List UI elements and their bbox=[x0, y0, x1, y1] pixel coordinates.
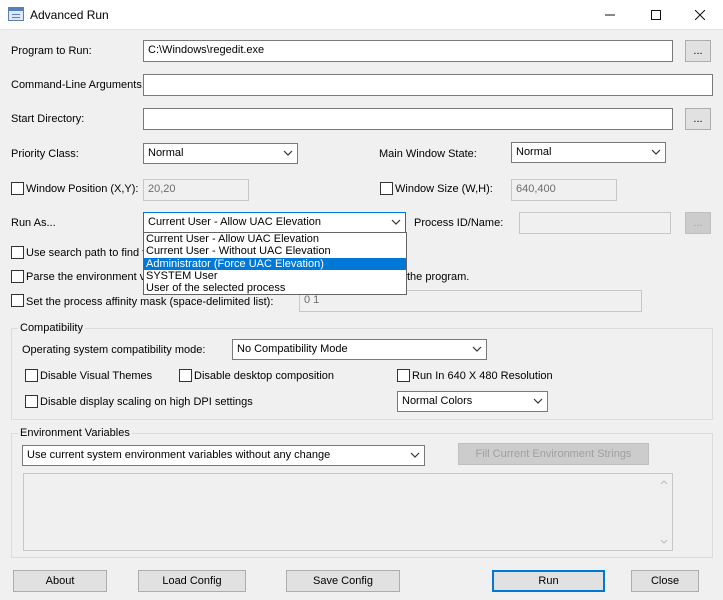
winsize-label: Window Size (W,H): bbox=[395, 183, 493, 195]
close-icon bbox=[694, 9, 706, 21]
winstate-value: Normal bbox=[516, 146, 552, 158]
runas-option[interactable]: Current User - Without UAC Elevation bbox=[144, 245, 406, 257]
close-window-button[interactable] bbox=[677, 0, 723, 30]
os-compat-dropdown[interactable]: No Compatibility Mode bbox=[232, 339, 487, 360]
minimize-button[interactable] bbox=[587, 0, 633, 30]
winstate-label: Main Window State: bbox=[379, 148, 477, 160]
disable-themes-label: Disable Visual Themes bbox=[40, 370, 153, 382]
environment-title: Environment Variables bbox=[18, 427, 132, 439]
close-button[interactable]: Close bbox=[631, 570, 699, 592]
winpos-checkbox[interactable] bbox=[11, 182, 24, 195]
runas-option[interactable]: SYSTEM User bbox=[144, 270, 406, 282]
chevron-down-icon bbox=[391, 219, 401, 225]
winpos-input[interactable]: 20,20 bbox=[143, 179, 249, 201]
about-button[interactable]: About bbox=[13, 570, 107, 592]
priority-label: Priority Class: bbox=[11, 148, 79, 160]
load-config-button[interactable]: Load Config bbox=[138, 570, 246, 592]
startdir-label: Start Directory: bbox=[11, 113, 85, 125]
runas-options-list[interactable]: Current User - Allow UAC Elevation Curre… bbox=[143, 232, 407, 295]
fill-env-button[interactable]: Fill Current Environment Strings bbox=[458, 443, 649, 465]
search-path-label: Use search path to find th bbox=[26, 247, 152, 259]
compatibility-title: Compatibility bbox=[18, 322, 85, 334]
disable-dpi-checkbox[interactable] bbox=[25, 395, 38, 408]
program-label: Program to Run: bbox=[11, 45, 92, 57]
winpos-label: Window Position (X,Y): bbox=[26, 183, 139, 195]
runas-dropdown[interactable]: Current User - Allow UAC Elevation bbox=[143, 212, 406, 233]
title-bar: Advanced Run bbox=[0, 0, 723, 30]
chevron-down-icon bbox=[472, 346, 482, 352]
run-button[interactable]: Run bbox=[492, 570, 605, 592]
priority-dropdown[interactable]: Normal bbox=[143, 143, 298, 164]
parse-env-label: Parse the environment va bbox=[26, 271, 152, 283]
search-path-checkbox[interactable] bbox=[11, 246, 24, 259]
maximize-button[interactable] bbox=[633, 0, 679, 30]
app-window-icon bbox=[8, 7, 24, 21]
colors-dropdown[interactable]: Normal Colors bbox=[397, 391, 548, 412]
parse-env-label-tail: the program. bbox=[407, 271, 470, 283]
env-textarea[interactable] bbox=[23, 473, 673, 551]
pid-label: Process ID/Name: bbox=[414, 217, 504, 229]
runas-option[interactable]: Current User - Allow UAC Elevation bbox=[144, 233, 406, 245]
disable-dpi-label: Disable display scaling on high DPI sett… bbox=[40, 396, 253, 408]
startdir-browse-button[interactable]: ... bbox=[685, 108, 711, 130]
window-title: Advanced Run bbox=[30, 8, 109, 22]
chevron-down-icon bbox=[410, 452, 420, 458]
pid-browse-button[interactable]: ... bbox=[685, 212, 711, 234]
disable-themes-checkbox[interactable] bbox=[25, 369, 38, 382]
run-640-checkbox[interactable] bbox=[397, 369, 410, 382]
args-label: Command-Line Arguments: bbox=[11, 79, 145, 91]
pid-input[interactable] bbox=[519, 212, 671, 234]
chevron-down-icon bbox=[283, 150, 293, 156]
runas-value: Current User - Allow UAC Elevation bbox=[148, 216, 322, 228]
winstate-dropdown[interactable]: Normal bbox=[511, 142, 666, 163]
priority-value: Normal bbox=[148, 147, 184, 159]
chevron-down-icon bbox=[651, 149, 661, 155]
runas-option-highlighted[interactable]: Administrator (Force UAC Elevation) bbox=[144, 257, 406, 270]
chevron-down-icon bbox=[533, 398, 543, 404]
parse-env-checkbox[interactable] bbox=[11, 270, 24, 283]
run-640-label: Run In 640 X 480 Resolution bbox=[412, 370, 553, 382]
program-input[interactable]: C:\Windows\regedit.exe bbox=[143, 40, 673, 62]
runas-option[interactable]: User of the selected process bbox=[144, 282, 406, 294]
startdir-input[interactable] bbox=[143, 108, 673, 130]
os-compat-label: Operating system compatibility mode: bbox=[22, 344, 206, 356]
colors-value: Normal Colors bbox=[402, 395, 473, 407]
affinity-label: Set the process affinity mask (space-del… bbox=[26, 296, 274, 308]
winsize-checkbox[interactable] bbox=[380, 182, 393, 195]
winsize-input[interactable]: 640,400 bbox=[511, 179, 617, 201]
save-config-button[interactable]: Save Config bbox=[286, 570, 400, 592]
env-mode-value: Use current system environment variables… bbox=[27, 449, 331, 461]
os-compat-value: No Compatibility Mode bbox=[237, 343, 348, 355]
env-mode-dropdown[interactable]: Use current system environment variables… bbox=[22, 445, 425, 466]
scroll-arrows-icon bbox=[660, 480, 668, 544]
disable-composition-checkbox[interactable] bbox=[179, 369, 192, 382]
args-input[interactable] bbox=[143, 74, 713, 96]
minimize-icon bbox=[605, 14, 615, 16]
affinity-checkbox[interactable] bbox=[11, 294, 24, 307]
runas-label: Run As... bbox=[11, 217, 56, 229]
program-browse-button[interactable]: ... bbox=[685, 40, 711, 62]
env-vertical-scrollbar[interactable] bbox=[656, 474, 672, 550]
disable-composition-label: Disable desktop composition bbox=[194, 370, 335, 382]
maximize-icon bbox=[651, 10, 661, 20]
